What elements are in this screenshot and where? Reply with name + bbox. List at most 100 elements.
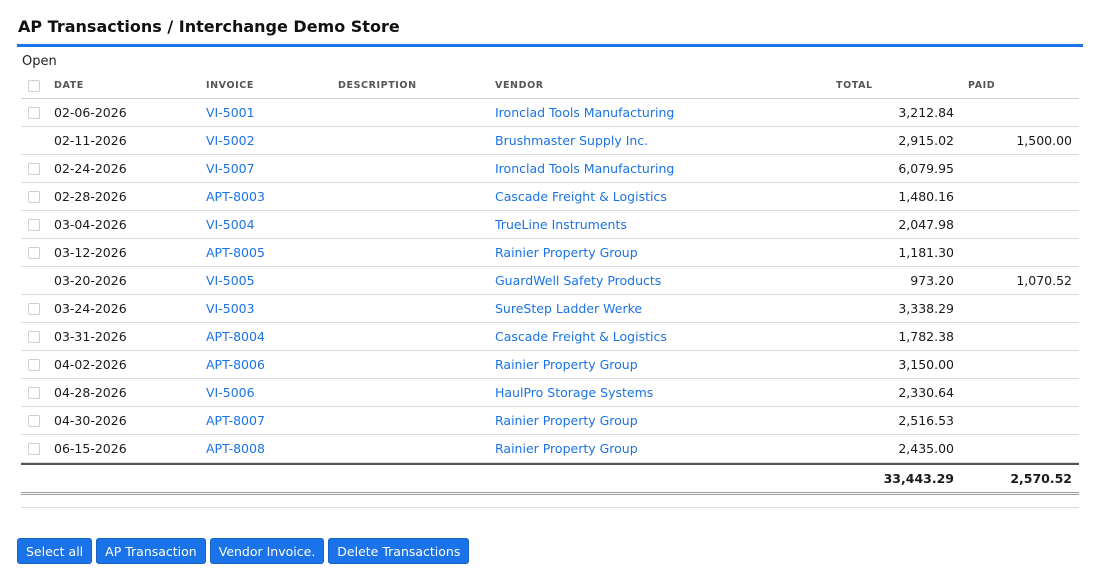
header-select-cell [28,73,42,98]
page-title: AP Transactions / Interchange Demo Store [18,17,400,36]
grand-total: 33,443.29 [883,471,954,486]
row-date: 03-20-2026 [54,273,127,288]
table-row: 03-20-2026 VI-5005 GuardWell Safety Produc… [21,267,1079,295]
row-select-cell [28,295,42,322]
row-select-cell [28,407,42,434]
row-vendor-link[interactable]: Cascade Freight & Logistics [495,323,667,350]
row-vendor-link[interactable]: Rainier Property Group [495,351,638,378]
table-row: 02-24-2026 VI-5007 Ironclad Tools Manufact… [21,155,1079,183]
table-row: 04-02-2026 APT-8006 Rainier Property Group… [21,351,1079,379]
header-paid[interactable]: PAID [968,73,995,98]
ap-transaction-button[interactable]: AP Transaction [96,538,206,564]
row-invoice-link[interactable]: APT-8006 [206,351,265,378]
row-date: 03-12-2026 [54,245,127,260]
row-paid [954,183,1072,210]
row-total: 1,782.38 [898,329,954,344]
select-all-button[interactable]: Select all [17,538,93,564]
row-total: 973.20 [910,273,954,288]
header-vendor[interactable]: VENDOR [495,73,544,98]
header-description[interactable]: DESCRIPTION [338,73,417,98]
table-row: 06-15-2026 APT-8008 Rainier Property Group… [21,435,1079,463]
row-vendor-link[interactable]: Brushmaster Supply Inc. [495,127,648,154]
row-checkbox[interactable] [28,414,40,427]
row-invoice-link[interactable]: VI-5005 [206,267,255,294]
row-checkbox[interactable] [28,218,40,231]
row-total: 1,480.16 [898,189,954,204]
row-vendor-link[interactable]: Ironclad Tools Manufacturing [495,155,674,182]
row-invoice-link[interactable]: VI-5007 [206,155,255,182]
transactions-table: DATE INVOICE DESCRIPTION VENDOR TOTAL PA… [21,73,1079,495]
table-row: 03-31-2026 APT-8004 Cascade Freight & Logi… [21,323,1079,351]
row-invoice-link[interactable]: VI-5006 [206,379,255,406]
row-invoice-link[interactable]: APT-8005 [206,239,265,266]
row-total: 6,079.95 [898,161,954,176]
row-checkbox[interactable] [28,442,40,455]
row-checkbox[interactable] [28,302,40,315]
row-vendor-link[interactable]: GuardWell Safety Products [495,267,661,294]
row-date: 02-06-2026 [54,105,127,120]
table-row: 03-12-2026 APT-8005 Rainier Property Group… [21,239,1079,267]
table-row: 03-24-2026 VI-5003 SureStep Ladder Werke 3,… [21,295,1079,323]
row-paid [954,435,1072,462]
row-total: 2,915.02 [898,133,954,148]
table-footer-divider [21,507,1079,508]
row-vendor-link[interactable]: Cascade Freight & Logistics [495,183,667,210]
row-select-cell [28,267,42,294]
row-total: 3,212.84 [898,105,954,120]
header-checkbox[interactable] [28,79,40,92]
header-total[interactable]: TOTAL [836,73,873,98]
delete-transactions-button[interactable]: Delete Transactions [328,538,470,564]
row-invoice-link[interactable]: VI-5003 [206,295,255,322]
row-select-cell [28,435,42,462]
row-checkbox[interactable] [28,330,40,343]
row-invoice-link[interactable]: APT-8008 [206,435,265,462]
row-vendor-link[interactable]: TrueLine Instruments [495,211,627,238]
table-row: 04-30-2026 APT-8007 Rainier Property Group… [21,407,1079,435]
table-row: 02-06-2026 VI-5001 Ironclad Tools Manufact… [21,99,1079,127]
row-total: 2,047.98 [898,217,954,232]
header-date[interactable]: DATE [54,73,84,98]
row-invoice-link[interactable]: VI-5004 [206,211,255,238]
header-invoice[interactable]: INVOICE [206,73,254,98]
row-invoice-link[interactable]: VI-5002 [206,127,255,154]
row-vendor-link[interactable]: Rainier Property Group [495,435,638,462]
vendor-invoice-button[interactable]: Vendor Invoice. [209,538,325,564]
row-vendor-link[interactable]: SureStep Ladder Werke [495,295,642,322]
row-invoice-link[interactable]: APT-8004 [206,323,265,350]
table-row: 02-11-2026 VI-5002 Brushmaster Supply Inc.… [21,127,1079,155]
row-checkbox[interactable] [28,106,40,119]
row-checkbox[interactable] [28,246,40,259]
row-paid [954,323,1072,350]
row-select-cell [28,183,42,210]
ap-transactions-page: AP Transactions / Interchange Demo Store… [0,0,1100,584]
row-date: 04-02-2026 [54,357,127,372]
row-date: 02-11-2026 [54,133,127,148]
row-vendor-link[interactable]: Rainier Property Group [495,407,638,434]
row-total: 2,516.53 [898,413,954,428]
row-checkbox[interactable] [28,190,40,203]
row-date: 02-24-2026 [54,161,127,176]
row-checkbox[interactable] [28,162,40,175]
table-row: 03-04-2026 VI-5004 TrueLine Instruments 2,0… [21,211,1079,239]
row-paid: 1,500.00 [1016,133,1072,148]
row-invoice-link[interactable]: APT-8007 [206,407,265,434]
row-vendor-link[interactable]: HaulPro Storage Systems [495,379,653,406]
row-paid: 1,070.52 [1016,273,1072,288]
row-total: 2,330.64 [898,385,954,400]
row-select-cell [28,127,42,154]
row-paid [954,211,1072,238]
row-paid [954,155,1072,182]
row-invoice-link[interactable]: APT-8003 [206,183,265,210]
row-vendor-link[interactable]: Ironclad Tools Manufacturing [495,99,674,126]
row-checkbox[interactable] [28,358,40,371]
row-total: 3,150.00 [898,357,954,372]
row-date: 02-28-2026 [54,189,127,204]
row-vendor-link[interactable]: Rainier Property Group [495,239,638,266]
grand-paid: 2,570.52 [1010,471,1072,486]
table-row: 02-28-2026 APT-8003 Cascade Freight & Logi… [21,183,1079,211]
row-select-cell [28,351,42,378]
row-checkbox[interactable] [28,386,40,399]
row-invoice-link[interactable]: VI-5001 [206,99,255,126]
row-paid [954,99,1072,126]
table-totals-row: 33,443.29 2,570.52 [21,463,1079,495]
